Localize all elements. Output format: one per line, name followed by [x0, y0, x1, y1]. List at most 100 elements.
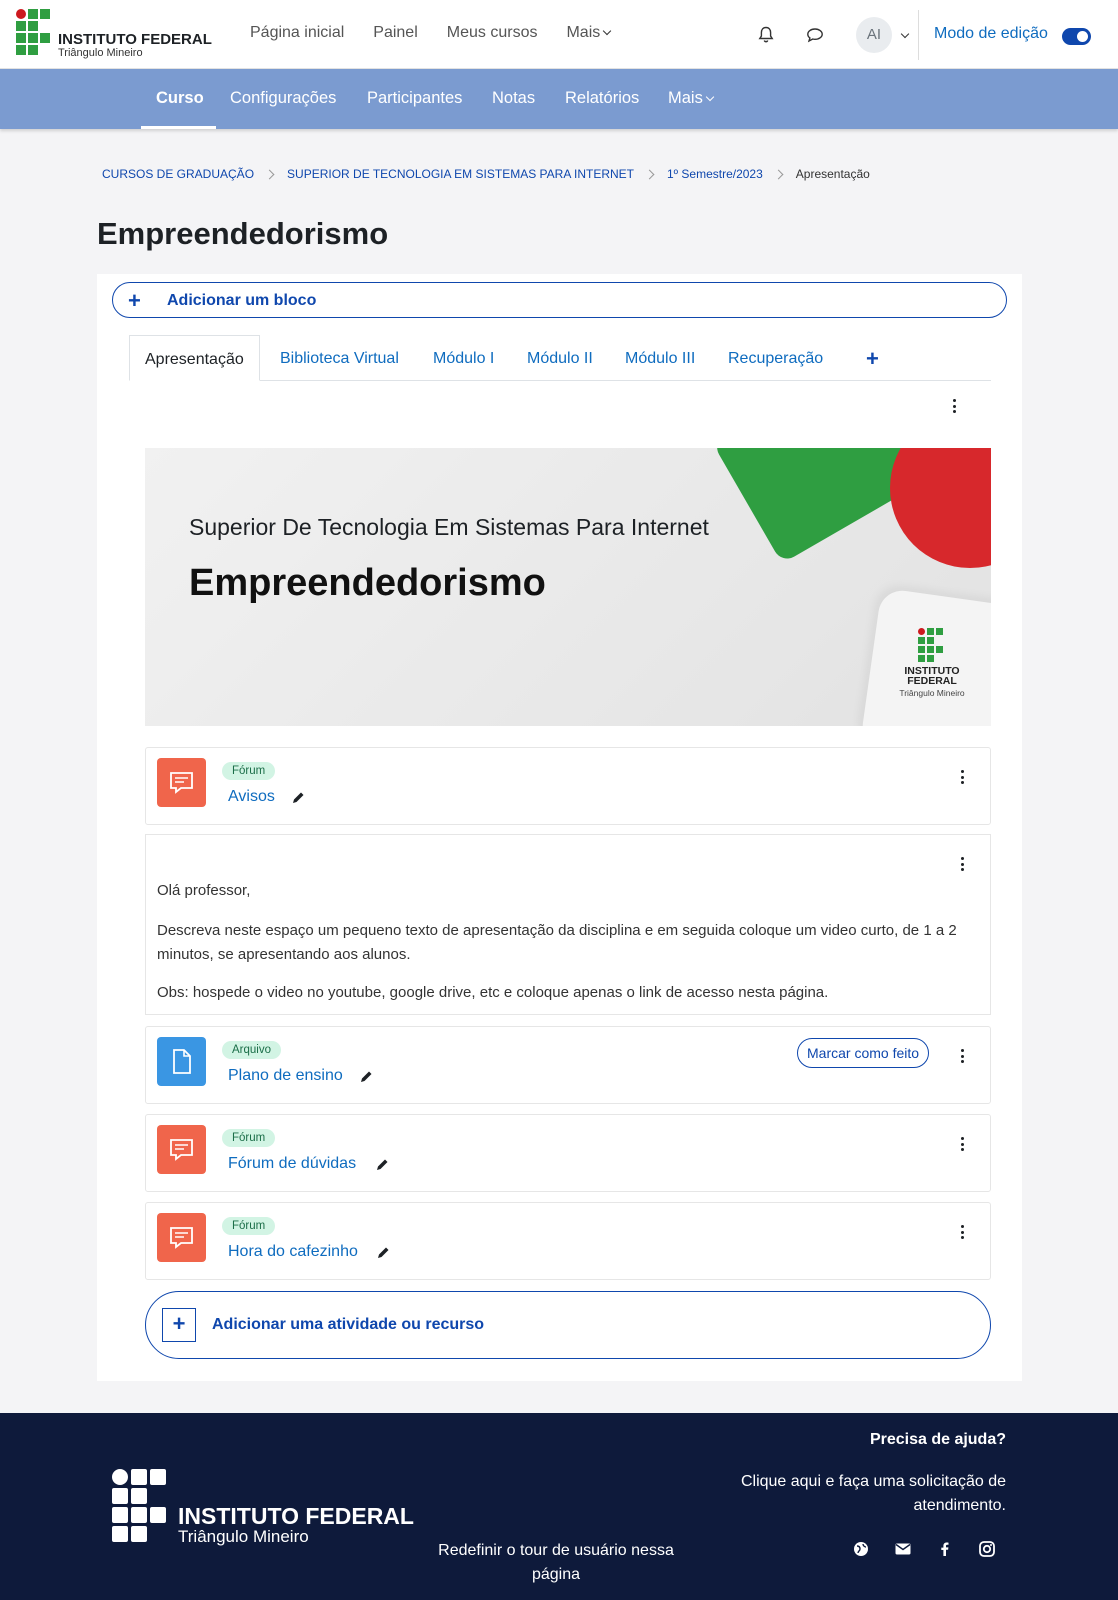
tab-modulo-iii[interactable]: Módulo III [625, 335, 695, 381]
activity-menu-icon[interactable] [961, 1049, 965, 1063]
active-tab-indicator [141, 126, 216, 129]
file-icon [157, 1037, 206, 1086]
footer-logo-subtitle: Triângulo Mineiro [178, 1527, 309, 1546]
page-title: Empreendedorismo [97, 216, 389, 251]
site-logo[interactable]: INSTITUTO FEDERAL Triângulo Mineiro [16, 9, 212, 61]
nav-my-courses[interactable]: Meus cursos [447, 24, 538, 42]
activity-item: Fórum Avisos [145, 747, 991, 825]
user-menu-chevron-icon[interactable] [900, 29, 910, 39]
reset-tour-link[interactable]: Redefinir o tour de usuário nessa página [430, 1539, 682, 1587]
pencil-icon[interactable] [376, 1246, 390, 1260]
tab-course[interactable]: Curso [156, 89, 204, 108]
footer-logo-title: INSTITUTO FEDERAL [178, 1503, 414, 1529]
forum-icon [157, 1125, 206, 1174]
footer: INSTITUTO FEDERAL Triângulo Mineiro Rede… [0, 1413, 1118, 1600]
activity-item: Arquivo Plano de ensino Marcar como feit… [145, 1026, 991, 1104]
if-logo-icon [112, 1469, 172, 1545]
plus-icon: + [128, 288, 141, 313]
tab-grades[interactable]: Notas [492, 89, 535, 108]
chevron-right-icon [644, 169, 655, 179]
message-icon[interactable] [806, 27, 824, 43]
mail-icon[interactable] [894, 1540, 912, 1558]
activity-menu-icon[interactable] [961, 1137, 965, 1151]
nav-more[interactable]: Mais [566, 24, 612, 42]
forum-icon [157, 758, 206, 807]
tab-modulo-ii[interactable]: Módulo II [527, 335, 593, 381]
text-greeting: Olá professor, [157, 882, 251, 899]
text-note: Obs: hospede o video no youtube, google … [157, 984, 829, 1001]
breadcrumb-current: Apresentação [795, 167, 870, 181]
logo-title: INSTITUTO FEDERAL [58, 31, 212, 48]
add-activity-button[interactable]: + Adicionar uma atividade ou recurso [145, 1291, 991, 1359]
course-nav: Curso Configurações Participantes Notas … [0, 69, 1118, 129]
section-menu-icon[interactable] [953, 399, 957, 413]
breadcrumb-item[interactable]: 1º Semestre/2023 [667, 167, 763, 181]
bell-icon[interactable] [758, 26, 774, 44]
tab-settings[interactable]: Configurações [230, 89, 336, 108]
plus-icon: + [162, 1308, 196, 1342]
top-navbar: INSTITUTO FEDERAL Triângulo Mineiro Pági… [0, 0, 1118, 69]
add-block-button[interactable]: + Adicionar um bloco [112, 282, 1007, 318]
facebook-icon[interactable] [936, 1540, 954, 1558]
tab-apresentacao[interactable]: Apresentação [129, 335, 260, 381]
tab-biblioteca-virtual[interactable]: Biblioteca Virtual [280, 335, 399, 381]
activity-type-badge: Fórum [222, 1217, 276, 1235]
tab-modulo-i[interactable]: Módulo I [433, 335, 494, 381]
edit-mode-label: Modo de edição [934, 25, 1048, 42]
label-menu-icon[interactable] [961, 857, 965, 871]
banner-logo: INSTITUTO FEDERAL Triângulo Mineiro [885, 628, 975, 708]
add-section-button[interactable]: + [866, 335, 879, 381]
activity-link-forum-de-duvidas[interactable]: Fórum de dúvidas [228, 1155, 356, 1173]
if-logo-icon [918, 628, 946, 664]
tab-recuperacao[interactable]: Recuperação [728, 335, 823, 381]
tab-participants[interactable]: Participantes [367, 89, 462, 108]
pencil-icon[interactable] [291, 791, 305, 805]
nav-dashboard[interactable]: Painel [373, 24, 417, 42]
chevron-down-icon [705, 92, 715, 102]
breadcrumb-item[interactable]: CURSOS DE GRADUAÇÃO [102, 167, 254, 181]
activity-link-avisos[interactable]: Avisos [228, 788, 275, 806]
forum-icon [157, 1213, 206, 1262]
activity-item: Fórum Fórum de dúvidas [145, 1114, 991, 1192]
globe-icon[interactable] [852, 1540, 870, 1558]
primary-nav: Página inicial Painel Meus cursos Mais [250, 24, 639, 42]
if-logo-icon [16, 9, 54, 59]
chevron-right-icon [264, 169, 275, 179]
chevron-down-icon [603, 26, 612, 36]
logo-subtitle: Triângulo Mineiro [58, 47, 143, 59]
activity-menu-icon[interactable] [961, 770, 965, 784]
course-content: + Adicionar um bloco Apresentação Biblio… [97, 274, 1022, 1381]
pencil-icon[interactable] [375, 1158, 389, 1172]
activity-link-plano-de-ensino[interactable]: Plano de ensino [228, 1067, 343, 1085]
banner-subtitle: Superior De Tecnologia Em Sistemas Para … [189, 514, 709, 540]
tab-more[interactable]: Mais [668, 89, 715, 108]
tab-reports[interactable]: Relatórios [565, 89, 639, 108]
edit-mode-toggle[interactable] [1062, 28, 1091, 45]
mark-done-button[interactable]: Marcar como feito [797, 1038, 930, 1068]
breadcrumb: CURSOS DE GRADUAÇÃO SUPERIOR DE TECNOLOG… [102, 167, 870, 181]
pencil-icon[interactable] [359, 1070, 373, 1084]
breadcrumb-item[interactable]: SUPERIOR DE TECNOLOGIA EM SISTEMAS PARA … [287, 167, 634, 181]
text-paragraph: Descreva neste espaço um pequeno texto d… [157, 922, 957, 963]
activity-menu-icon[interactable] [961, 1225, 965, 1239]
activity-type-badge: Fórum [222, 1129, 276, 1147]
chevron-right-icon [773, 169, 784, 179]
activity-type-badge: Arquivo [222, 1041, 281, 1059]
activity-item: Fórum Hora do cafezinho [145, 1202, 991, 1280]
activity-link-hora-do-cafezinho[interactable]: Hora do cafezinho [228, 1243, 358, 1261]
text-label-block: Olá professor, Descreva neste espaço um … [145, 834, 991, 1015]
banner-logo-subtitle: Triângulo Mineiro [899, 688, 965, 698]
instagram-icon[interactable] [978, 1540, 996, 1558]
banner-logo-title: INSTITUTO FEDERAL [904, 665, 960, 687]
add-block-label: Adicionar um bloco [167, 292, 317, 309]
add-activity-label: Adicionar uma atividade ou recurso [212, 1316, 485, 1333]
help-request-link[interactable]: Clique aqui e faça uma solicitação de at… [736, 1470, 1006, 1518]
tab-more-label: Mais [668, 89, 703, 107]
help-title: Precisa de ajuda? [869, 1431, 1006, 1448]
section-tabs: Apresentação Biblioteca Virtual Módulo I… [129, 335, 991, 381]
nav-home[interactable]: Página inicial [250, 24, 344, 42]
activity-type-badge: Fórum [222, 762, 276, 780]
course-banner: Superior De Tecnologia Em Sistemas Para … [145, 448, 991, 726]
nav-more-label: Mais [566, 24, 601, 41]
avatar[interactable]: AI [856, 17, 892, 53]
